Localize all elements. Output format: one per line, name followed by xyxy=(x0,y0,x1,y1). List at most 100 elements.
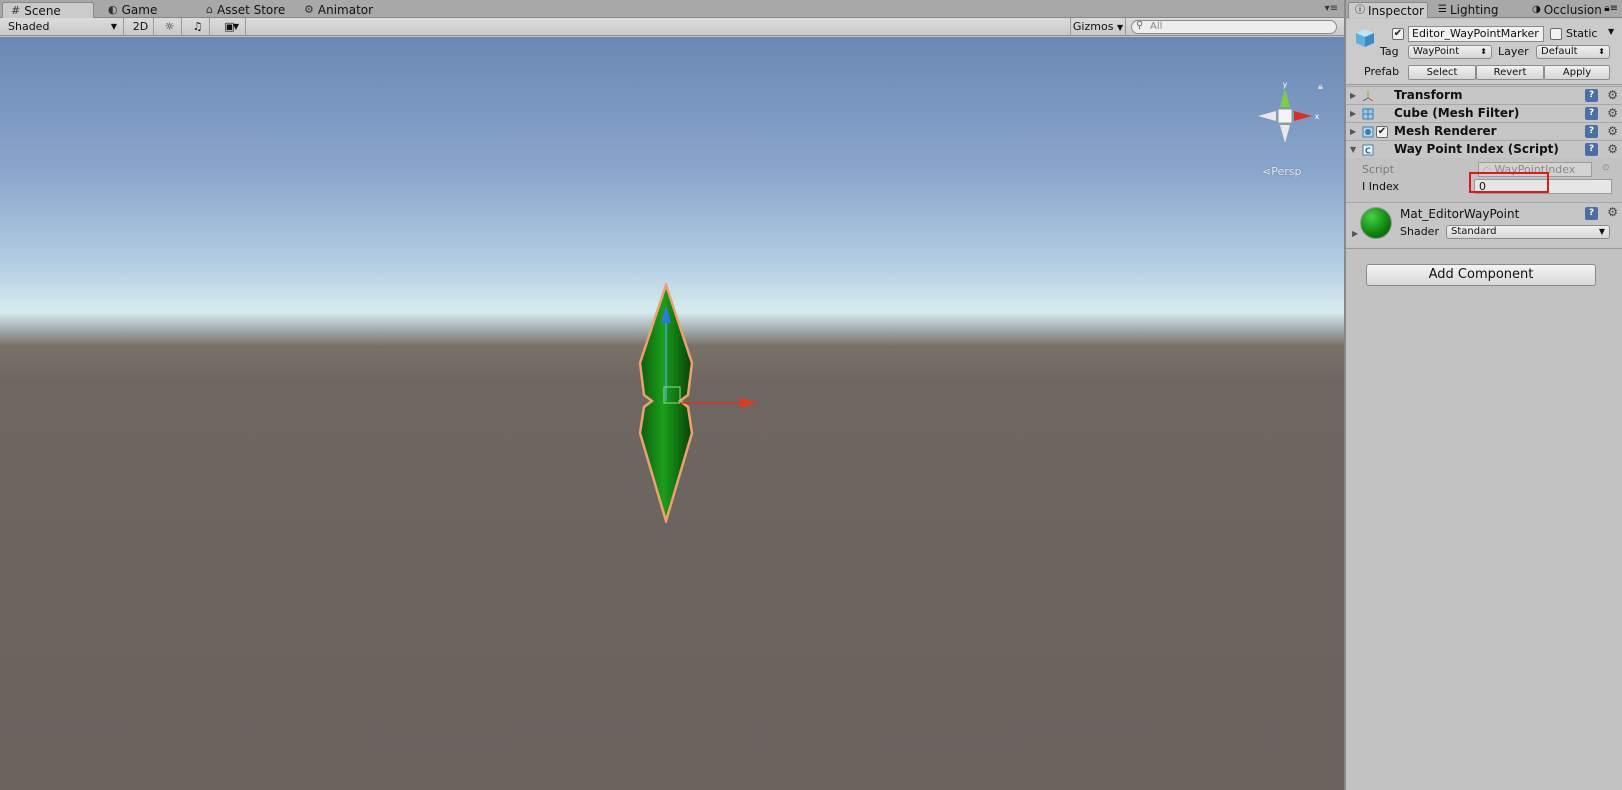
material-section: ▶ Mat_EditorWayPoint Shader Standard ▼ ?… xyxy=(1346,202,1622,246)
lock-icon[interactable]: 🔒︎ xyxy=(1318,82,1323,92)
gear-icon[interactable]: ⚙ xyxy=(1607,141,1618,158)
occlusion-icon: ◑ xyxy=(1532,4,1541,15)
material-name: Mat_EditorWayPoint xyxy=(1400,207,1520,221)
grid-icon: # xyxy=(11,3,21,17)
move-handle-x[interactable] xyxy=(680,395,760,411)
component-title: Cube (Mesh Filter) xyxy=(1394,106,1520,120)
tab-occlusion[interactable]: ◑ Occlusion xyxy=(1526,2,1608,18)
help-icon[interactable]: ? xyxy=(1585,207,1598,220)
mode-2d-button[interactable]: 2D xyxy=(128,18,154,36)
gameobject-name-field[interactable]: Editor_WayPointMarker xyxy=(1408,26,1544,42)
axis-neg-y-cone[interactable] xyxy=(1280,125,1290,143)
scene-toolbar: Shaded ▼ 2D ☼ ♫ ▣ ▼ Gizmos ▼ ⚲ All xyxy=(0,18,1344,36)
chevron-down-icon: ▼ xyxy=(110,22,117,31)
tab-asset-store[interactable]: ⌂ Asset Store xyxy=(198,2,293,18)
add-component-button[interactable]: Add Component xyxy=(1366,264,1596,286)
chevron-updown-icon: ⬍ xyxy=(1480,47,1487,56)
fold-arrow-expanded-icon[interactable]: ▼ xyxy=(1350,141,1356,158)
script-label: Script xyxy=(1362,163,1394,176)
tab-inspector[interactable]: ⓘ Inspector xyxy=(1348,2,1428,18)
tab-lighting[interactable]: ☰ Lighting xyxy=(1432,2,1504,18)
highlight-box xyxy=(1469,172,1549,193)
shader-label: Shader xyxy=(1400,225,1439,238)
component-title: Mesh Renderer xyxy=(1394,124,1497,138)
gameobject-header: ✔ Editor_WayPointMarker Static ▼ Tag Way… xyxy=(1346,19,1622,85)
component-title: Transform xyxy=(1394,88,1463,102)
search-icon: ⚲ xyxy=(1136,20,1144,31)
scene-tabbar: # Scene ◐ Game ⌂ Asset Store ⚙ Animator … xyxy=(0,0,1344,18)
store-icon: ⌂ xyxy=(206,3,213,16)
inspector-menu-icon[interactable]: 🔒︎≡ xyxy=(1604,3,1618,14)
gizmo-center-cube[interactable] xyxy=(1277,108,1293,124)
lighting-toggle-icon[interactable]: ☼ xyxy=(158,18,182,36)
static-dropdown-icon[interactable]: ▼ xyxy=(1608,27,1614,36)
audio-toggle-icon[interactable]: ♫ xyxy=(186,18,210,36)
prefab-revert-button[interactable]: Revert xyxy=(1476,65,1544,80)
tab-animator[interactable]: ⚙ Animator xyxy=(296,2,381,18)
fold-arrow-icon[interactable]: ▶ xyxy=(1350,87,1356,104)
index-label: I Index xyxy=(1362,180,1400,193)
projection-label[interactable]: ⋖Persp xyxy=(1262,165,1301,178)
help-icon[interactable]: ? xyxy=(1585,125,1598,138)
layer-label: Layer xyxy=(1498,45,1529,58)
lighting-icon: ☰ xyxy=(1438,4,1447,15)
chevron-updown-icon: ⬍ xyxy=(1598,47,1605,56)
fold-arrow-icon[interactable]: ▶ xyxy=(1352,229,1358,238)
component-mesh-filter[interactable]: ▶ Cube (Mesh Filter) ? ⚙ xyxy=(1346,104,1622,122)
axis-x-cone[interactable] xyxy=(1294,111,1312,121)
gizmos-dropdown[interactable]: Gizmos ▼ xyxy=(1070,18,1126,36)
help-icon[interactable]: ? xyxy=(1585,143,1598,156)
prefab-label: Prefab xyxy=(1364,65,1400,78)
gear-icon[interactable]: ⚙ xyxy=(1607,123,1618,140)
prefab-select-button[interactable]: Select xyxy=(1408,65,1476,80)
mesh-filter-icon xyxy=(1362,108,1374,120)
active-checkbox[interactable]: ✔ xyxy=(1392,28,1404,40)
persp-icon: ⋖ xyxy=(1262,165,1272,178)
tab-scene[interactable]: # Scene xyxy=(2,2,94,18)
object-picker-icon: ⊙ xyxy=(1602,163,1610,173)
component-waypoint-index-script[interactable]: ▼ C Way Point Index (Script) ? ⚙ xyxy=(1346,140,1622,158)
chevron-down-icon: ▼ xyxy=(1598,227,1605,236)
divider xyxy=(1346,248,1622,249)
gear-icon[interactable]: ⚙ xyxy=(1607,87,1618,104)
static-checkbox[interactable] xyxy=(1550,28,1562,40)
component-transform[interactable]: ▶ Transform ? ⚙ xyxy=(1346,86,1622,104)
scene-panel: # Scene ◐ Game ⌂ Asset Store ⚙ Animator … xyxy=(0,0,1344,790)
fold-arrow-icon[interactable]: ▶ xyxy=(1350,105,1356,122)
inspector-tabbar: ⓘ Inspector ☰ Lighting ◑ Occlusion 🔒︎≡ xyxy=(1346,0,1622,18)
help-icon[interactable]: ? xyxy=(1585,107,1598,120)
gear-icon[interactable]: ⚙ xyxy=(1607,205,1618,219)
layer-dropdown[interactable]: Default ⬍ xyxy=(1536,45,1610,59)
axis-x-label: x xyxy=(1315,112,1320,121)
gear-icon[interactable]: ⚙ xyxy=(1607,105,1618,122)
script-icon: C xyxy=(1362,144,1374,156)
axis-y-label: y xyxy=(1283,81,1288,89)
axis-y-cone[interactable] xyxy=(1280,89,1290,107)
mesh-renderer-enabled-checkbox[interactable]: ✔ xyxy=(1376,126,1388,138)
prefab-apply-button[interactable]: Apply xyxy=(1544,65,1610,80)
tag-dropdown[interactable]: WayPoint ⬍ xyxy=(1408,45,1492,59)
orientation-gizmo[interactable]: y x xyxy=(1250,81,1320,151)
inspector-panel: ⓘ Inspector ☰ Lighting ◑ Occlusion 🔒︎≡ ✔… xyxy=(1344,0,1622,790)
help-icon[interactable]: ? xyxy=(1585,89,1598,102)
material-preview-sphere xyxy=(1360,207,1392,239)
info-icon: ⓘ xyxy=(1355,4,1365,16)
shading-dropdown[interactable]: Shaded ▼ xyxy=(0,18,124,36)
tag-label: Tag xyxy=(1380,45,1399,58)
axis-neg-x-cone[interactable] xyxy=(1258,111,1276,121)
move-arrow-x[interactable] xyxy=(740,398,758,408)
tab-game[interactable]: ◐ Game xyxy=(100,2,165,18)
static-label: Static xyxy=(1566,27,1598,40)
transform-icon xyxy=(1362,91,1374,102)
shader-dropdown[interactable]: Standard ▼ xyxy=(1446,225,1610,239)
scene-search-input[interactable]: ⚲ All xyxy=(1131,20,1337,34)
component-mesh-renderer[interactable]: ▶ ✔ Mesh Renderer ? ⚙ xyxy=(1346,122,1622,140)
mesh-renderer-icon xyxy=(1362,126,1374,138)
fold-arrow-icon[interactable]: ▶ xyxy=(1350,123,1356,140)
pacman-icon: ◐ xyxy=(108,3,118,16)
panel-menu-icon[interactable]: ▾≡ xyxy=(1325,3,1338,14)
scene-viewport[interactable]: y x 🔒︎ ⋖Persp xyxy=(0,37,1344,790)
svg-text:C: C xyxy=(1365,147,1371,156)
effects-toggle-icon[interactable]: ▣ ▼ xyxy=(214,18,246,36)
animator-icon: ⚙ xyxy=(304,3,314,16)
